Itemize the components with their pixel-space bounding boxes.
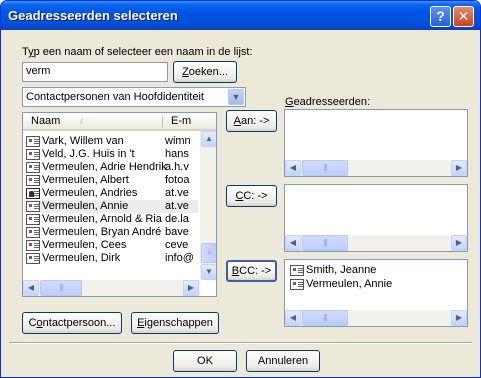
cc-list-hscrollbar[interactable]: ◀ ||| ▶ xyxy=(285,235,467,251)
contact-row[interactable]: Vermeulen, Adrie Hendrik a.h.v xyxy=(24,161,198,174)
contact-list-hscrollbar[interactable]: ◀ ||| ▶ xyxy=(23,280,200,296)
contact-card-icon xyxy=(290,279,304,290)
close-button[interactable]: ✕ xyxy=(453,6,474,27)
recipient-item[interactable]: Smith, Jeanne xyxy=(288,264,466,277)
scroll-right-icon[interactable]: ▶ xyxy=(183,280,199,296)
column-separator[interactable] xyxy=(162,116,163,128)
contact-list-header: Naam / E-m xyxy=(23,113,216,131)
search-label: Typ een naam of selecteer een naam in de… xyxy=(22,46,253,58)
contact-row[interactable]: Vermeulen, Andries at.ve xyxy=(24,187,198,200)
scroll-thumb[interactable]: ||| xyxy=(302,160,348,176)
scroll-up-icon[interactable]: ▲ xyxy=(201,131,216,147)
scroll-left-icon[interactable]: ◀ xyxy=(285,310,301,326)
contact-row[interactable]: Veld, J.G. Huis in 't hans xyxy=(24,148,198,161)
contact-list[interactable]: Naam / E-m Vark, Willem van wimn Veld, J.… xyxy=(22,112,217,297)
scroll-thumb[interactable]: ||| xyxy=(302,235,348,251)
contact-row[interactable]: Vermeulen, Dirk info@ xyxy=(24,252,198,265)
bcc-list-hscrollbar[interactable]: ◀ ||| ▶ xyxy=(285,310,467,326)
contact-row-selected[interactable]: Vermeulen, Annie at.ve xyxy=(24,200,198,213)
scroll-thumb[interactable]: ≡ xyxy=(201,243,216,263)
scroll-left-icon[interactable]: ◀ xyxy=(285,235,301,251)
contact-row[interactable]: Vermeulen, Albert fotoa xyxy=(24,174,198,187)
contact-row[interactable]: Vermeulen, Bryan André bave xyxy=(24,226,198,239)
to-button[interactable]: Aan: -> xyxy=(226,110,277,132)
cc-recipients-list[interactable]: ◀ ||| ▶ xyxy=(284,184,468,252)
new-contact-button[interactable]: Contactpersoon... xyxy=(22,312,122,334)
chevron-down-icon[interactable]: ▼ xyxy=(228,89,244,105)
scroll-left-icon[interactable]: ◀ xyxy=(23,280,39,296)
contact-card-icon xyxy=(26,227,40,238)
scroll-left-icon[interactable]: ◀ xyxy=(285,160,301,176)
recipient-item[interactable]: Vermeulen, Annie xyxy=(288,278,466,291)
cancel-button[interactable]: Annuleren xyxy=(246,350,320,372)
contact-card-icon xyxy=(290,265,304,276)
footer-divider xyxy=(9,342,472,344)
contact-card-icon xyxy=(26,201,40,212)
search-button[interactable]: Zoeken... xyxy=(173,61,237,83)
address-book-select[interactable]: Contactpersonen van Hoofdidentiteit ▼ xyxy=(22,87,246,107)
scroll-right-icon[interactable]: ▶ xyxy=(451,235,467,251)
select-recipients-dialog: Geadresseerden selecteren ? ✕ Typ een na… xyxy=(0,0,481,378)
title-bar[interactable]: Geadresseerden selecteren ? ✕ xyxy=(1,1,480,30)
contact-row[interactable]: Vermeulen, Arnold & Ria de.la xyxy=(24,213,198,226)
scroll-thumb[interactable]: ||| xyxy=(302,310,348,326)
to-recipients-list[interactable]: ◀ ||| ▶ xyxy=(284,109,468,177)
bcc-button[interactable]: BCC: -> xyxy=(226,260,277,282)
bcc-recipients-list[interactable]: Smith, Jeanne Vermeulen, Annie ◀ ||| ▶ xyxy=(284,259,468,327)
to-list-hscrollbar[interactable]: ◀ ||| ▶ xyxy=(285,160,467,176)
window-title: Geadresseerden selecteren xyxy=(8,8,178,23)
contact-card-icon xyxy=(26,214,40,225)
ok-button[interactable]: OK xyxy=(173,350,237,372)
cc-button[interactable]: CC: -> xyxy=(226,185,277,207)
scroll-right-icon[interactable]: ▶ xyxy=(451,310,467,326)
contact-card-icon xyxy=(26,175,40,186)
column-header-email[interactable]: E-m xyxy=(171,115,191,127)
contact-row[interactable]: Vark, Willem van wimn xyxy=(24,135,198,148)
help-button[interactable]: ? xyxy=(430,6,451,27)
recipients-label: Geadresseerden: xyxy=(285,96,371,108)
column-header-name[interactable]: Naam / xyxy=(31,115,83,127)
properties-button[interactable]: Eigenschappen xyxy=(131,312,219,334)
search-input[interactable]: verm xyxy=(22,62,168,82)
contact-card-icon xyxy=(26,162,40,173)
contact-card-icon xyxy=(26,136,40,147)
scroll-thumb[interactable]: ||| xyxy=(40,280,82,296)
contact-group-icon xyxy=(26,188,40,199)
contact-card-icon xyxy=(26,149,40,160)
address-book-value: Contactpersonen van Hoofdidentiteit xyxy=(26,91,204,103)
contact-list-vscrollbar[interactable]: ▲ ≡ ▼ xyxy=(200,131,216,280)
contact-card-icon xyxy=(26,240,40,251)
scroll-right-icon[interactable]: ▶ xyxy=(451,160,467,176)
sort-indicator-icon: / xyxy=(80,117,83,126)
scroll-down-icon[interactable]: ▼ xyxy=(201,264,216,280)
contact-card-icon xyxy=(26,253,40,264)
contact-row[interactable]: Vermeulen, Cees ceve xyxy=(24,239,198,252)
